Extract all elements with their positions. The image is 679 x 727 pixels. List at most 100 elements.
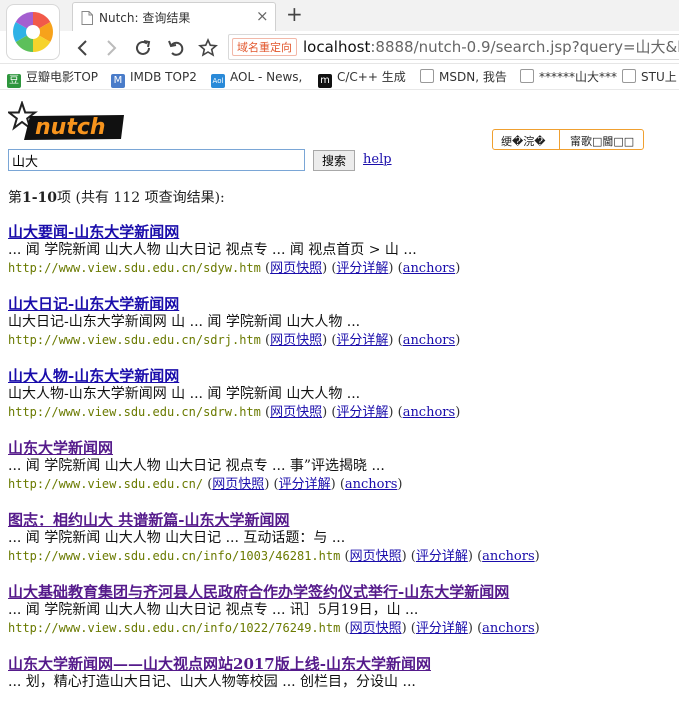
bookmark-item[interactable]: 豆豆瓣电影TOP xyxy=(7,68,99,88)
language-switcher: 绠�浣� 甯歌□閫□□ xyxy=(492,129,644,150)
active-tab[interactable]: Nutch: 查询结果 × xyxy=(72,2,276,31)
result-count: 第1-10项 (共有 112 项查询结果): xyxy=(8,187,225,207)
score-explain-link[interactable]: 评分详解 xyxy=(279,477,331,492)
reload-icon[interactable] xyxy=(133,38,153,58)
score-explain-link[interactable]: 评分详解 xyxy=(416,621,468,636)
anchors-link[interactable]: anchors xyxy=(345,477,398,492)
nutch-logo[interactable]: nutch xyxy=(6,99,126,147)
cached-page-link[interactable]: 网页快照 xyxy=(212,477,264,492)
aol-icon: Aol xyxy=(211,74,225,88)
url-text[interactable]: localhost:8888/nutch-0.9/search.jsp?quer… xyxy=(303,38,679,56)
result-url: http://www.view.sdu.edu.cn/sdrw.htm xyxy=(8,405,261,419)
bracket: ) ( xyxy=(322,333,337,348)
page-content: nutch 绠�浣� 甯歌□閫□□ 搜索 help 第1-10项 (共有 112… xyxy=(0,91,679,693)
back-icon[interactable] xyxy=(73,38,93,58)
search-input[interactable] xyxy=(8,149,305,171)
search-button[interactable]: 搜索 xyxy=(313,150,355,171)
bookmark-label: ******山大*** xyxy=(539,70,618,84)
result-url: http://www.view.sdu.edu.cn/ xyxy=(8,477,204,491)
bookmark-label: 豆瓣电影TOP xyxy=(26,70,99,84)
tab-close-icon[interactable]: × xyxy=(256,7,269,25)
result-snippet: 山大人物-山东大学新闻网 山 ... 闻 学院新闻 山大人物 ... xyxy=(8,386,361,402)
count-suffix: 项 (共有 112 项查询结果): xyxy=(57,190,225,206)
cached-page-link[interactable]: 网页快照 xyxy=(270,333,322,348)
bookmark-star-icon[interactable] xyxy=(198,38,218,58)
result-url: http://www.view.sdu.edu.cn/sdyw.htm xyxy=(8,261,261,275)
result-item: 山东大学新闻网——山大视点网站2017版上线-山东大学新闻网... 划，精心打造… xyxy=(8,655,679,727)
bookmark-label: MSDN, 我告 xyxy=(439,70,507,84)
result-title-link[interactable]: 山大要闻-山东大学新闻网 xyxy=(8,223,679,241)
redirect-badge[interactable]: 域名重定向 xyxy=(232,38,297,56)
bracket: ) xyxy=(455,405,461,420)
result-title-link[interactable]: 山东大学新闻网——山大视点网站2017版上线-山东大学新闻网 xyxy=(8,655,679,673)
result-title-link[interactable]: 图志：相约山大 共谱新篇-山东大学新闻网 xyxy=(8,511,679,529)
forward-icon[interactable] xyxy=(101,38,121,58)
bookmark-label: AOL - News, xyxy=(230,70,303,84)
anchors-link[interactable]: anchors xyxy=(403,405,456,420)
result-item: 山大要闻-山东大学新闻网... 闻 学院新闻 山大人物 山大日记 视点专 ...… xyxy=(8,223,679,295)
result-url: http://www.view.sdu.edu.cn/info/1003/462… xyxy=(8,549,341,563)
address-bar[interactable]: 域名重定向 localhost:8888/nutch-0.9/search.js… xyxy=(228,34,679,60)
bracket: ( xyxy=(260,261,271,276)
cached-page-link[interactable]: 网页快照 xyxy=(350,621,402,636)
result-url: http://www.view.sdu.edu.cn/info/1022/762… xyxy=(8,621,341,635)
count-range: 1-10 xyxy=(22,190,58,206)
anchors-link[interactable]: anchors xyxy=(403,333,456,348)
bookmark-item[interactable]: ******山大*** xyxy=(520,68,617,86)
browser-logo-icon[interactable] xyxy=(6,4,60,60)
bracket: ) xyxy=(455,261,461,276)
bookmark-item[interactable]: M IMDB TOP2 xyxy=(111,68,197,88)
score-explain-link[interactable]: 评分详解 xyxy=(336,405,388,420)
document-icon xyxy=(81,10,93,29)
lang-divider xyxy=(559,130,560,149)
result-item: 图志：相约山大 共谱新篇-山东大学新闻网... 闻 学院新闻 山大人物 山大日记… xyxy=(8,511,679,583)
bookmark-item[interactable]: m C/C++ 生成 xyxy=(318,68,406,88)
bracket: ) ( xyxy=(264,477,279,492)
bookmarks-bar: 豆豆瓣电影TOP M IMDB TOP2 Aol AOL - News, m C/C++ 生… xyxy=(0,64,679,90)
result-title-link[interactable]: 山大日记-山东大学新闻网 xyxy=(8,295,679,313)
result-snippet: ... 闻 学院新闻 山大人物 山大日记 视点专 ... 闻 视点首页 > 山 … xyxy=(8,242,417,258)
score-explain-link[interactable]: 评分详解 xyxy=(336,333,388,348)
bracket: ) xyxy=(455,333,461,348)
result-snippet: ... 闻 学院新闻 山大人物 山大日记 视点专 ... 事”评选揭晓 ... xyxy=(8,458,385,474)
bookmark-label: IMDB TOP2 xyxy=(130,70,197,84)
page-icon xyxy=(622,69,636,83)
result-meta: http://www.view.sdu.edu.cn/sdrw.htm (网页快… xyxy=(8,403,679,422)
page-icon xyxy=(420,69,434,83)
m-icon: m xyxy=(318,74,332,88)
bookmark-item[interactable]: Aol AOL - News, xyxy=(211,68,303,88)
undo-close-icon[interactable] xyxy=(166,38,186,58)
score-explain-link[interactable]: 评分详解 xyxy=(416,549,468,564)
bookmark-item[interactable]: MSDN, 我告 xyxy=(420,68,507,86)
anchors-link[interactable]: anchors xyxy=(403,261,456,276)
result-title-link[interactable]: 山大人物-山东大学新闻网 xyxy=(8,367,679,385)
bracket: ) ( xyxy=(467,549,483,564)
bracket: ) ( xyxy=(467,621,483,636)
help-link[interactable]: help xyxy=(363,152,392,167)
bracket: ) ( xyxy=(322,261,337,276)
lang-simplified-link[interactable]: 绠�浣� xyxy=(501,133,546,149)
douban-icon: 豆 xyxy=(7,74,21,88)
bracket: ) ( xyxy=(401,549,416,564)
cached-page-link[interactable]: 网页快照 xyxy=(270,405,322,420)
result-item: 山东大学新闻网... 闻 学院新闻 山大人物 山大日记 视点专 ... 事”评选… xyxy=(8,439,679,511)
bracket: ) ( xyxy=(330,477,345,492)
anchors-link[interactable]: anchors xyxy=(482,549,535,564)
result-meta: http://www.view.sdu.edu.cn/info/1022/762… xyxy=(8,619,679,638)
result-title-link[interactable]: 山大基础教育集团与齐河县人民政府合作办学签约仪式举行-山东大学新闻网 xyxy=(8,583,679,601)
anchors-link[interactable]: anchors xyxy=(482,621,535,636)
new-tab-button[interactable]: + xyxy=(286,3,303,25)
count-prefix: 第 xyxy=(8,190,22,206)
svg-text:nutch: nutch xyxy=(35,115,106,140)
result-snippet: ... 闻 学院新闻 山大人物 山大日记 视点专 ... 讯］5月19日，山 .… xyxy=(8,602,419,618)
score-explain-link[interactable]: 评分详解 xyxy=(336,261,388,276)
result-item: 山大基础教育集团与齐河县人民政府合作办学签约仪式举行-山东大学新闻网... 闻 … xyxy=(8,583,679,655)
result-snippet: ... 闻 学院新闻 山大人物 山大日记 ... 互动话题：与 ... xyxy=(8,530,346,546)
bracket: ) xyxy=(534,549,540,564)
result-title-link[interactable]: 山东大学新闻网 xyxy=(8,439,679,457)
lang-traditional-link[interactable]: 甯歌□閫□□ xyxy=(570,133,634,149)
bracket: ) ( xyxy=(388,405,403,420)
bookmark-item[interactable]: STU上 xyxy=(622,68,677,86)
cached-page-link[interactable]: 网页快照 xyxy=(270,261,322,276)
cached-page-link[interactable]: 网页快照 xyxy=(350,549,402,564)
